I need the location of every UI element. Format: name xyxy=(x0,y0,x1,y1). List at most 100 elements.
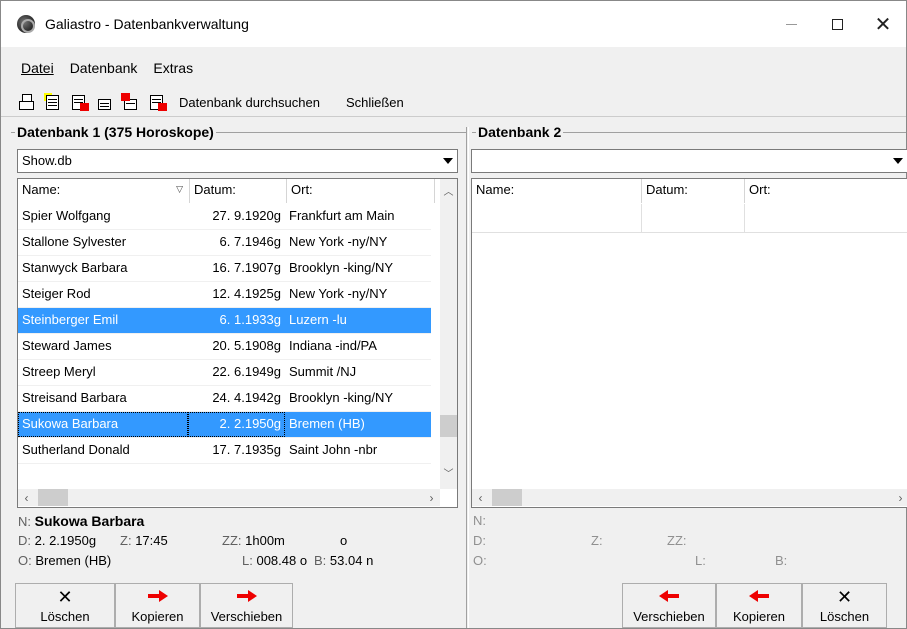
search-database-button[interactable]: Datenbank durchsuchen xyxy=(179,95,320,110)
cell-date: 16. 7.1907g xyxy=(212,260,281,275)
cell-date: 17. 7.1935g xyxy=(212,442,281,457)
database-2-actions: Verschieben Kopieren ✕ Löschen xyxy=(622,583,887,628)
title-bar: Galiastro - Datenbankverwaltung ✕ xyxy=(1,1,906,47)
scroll-up-icon[interactable]: ︿ xyxy=(440,182,457,199)
detail-name-value: Sukowa Barbara xyxy=(34,513,145,529)
print-icon[interactable] xyxy=(17,93,37,113)
column-place-header[interactable]: Ort: xyxy=(745,179,907,203)
cell-place: Luzern -lu xyxy=(285,308,431,333)
database-2-select[interactable] xyxy=(471,149,907,173)
app-icon xyxy=(17,15,35,33)
scroll-down-icon[interactable]: ﹀ xyxy=(440,464,457,481)
detail-n-label: N: xyxy=(473,513,486,528)
cell-date: 20. 5.1908g xyxy=(212,338,281,353)
table-row[interactable]: Stallone Sylvester 6. 7.1946g New York -ny… xyxy=(18,230,431,256)
table-row[interactable]: Steiger Rod 12. 4.1925g New York -ny/NY xyxy=(18,282,431,308)
export-icon[interactable] xyxy=(121,92,141,113)
toolbar: Datenbank durchsuchen Schließen xyxy=(1,89,906,117)
database-1-list[interactable]: Name: ▽ Datum: Ort: Spier Wolfgang 27. 9.… xyxy=(17,178,458,508)
close-window-button[interactable]: ✕ xyxy=(860,1,906,47)
table-row[interactable]: Sutherland Donald 17. 7.1935g Saint John -… xyxy=(18,438,431,464)
open-db-icon[interactable] xyxy=(43,92,63,113)
cell-name: Stanwyck Barbara xyxy=(22,260,128,275)
arrow-left-icon xyxy=(749,590,769,602)
column-name-header[interactable]: Name: ▽ xyxy=(18,179,190,203)
minimize-button[interactable] xyxy=(768,1,814,47)
vscroll-thumb[interactable] xyxy=(440,415,457,437)
delete-button-left-label: Löschen xyxy=(40,609,90,624)
column-date-header[interactable]: Datum: xyxy=(642,179,745,203)
cell-place: Saint John -nbr xyxy=(289,442,378,457)
hscroll-thumb[interactable] xyxy=(38,489,68,506)
table-row[interactable]: Spier Wolfgang 27. 9.1920g Frankfurt am Ma… xyxy=(18,204,431,230)
window-controls: ✕ xyxy=(768,1,906,47)
cell-place: Summit /NJ xyxy=(289,364,357,379)
menu-extras-label: Extras xyxy=(153,60,194,76)
column-date-header[interactable]: Datum: xyxy=(190,179,287,203)
cell-name: Streisand Barbara xyxy=(22,390,127,405)
column-date-label: Datum: xyxy=(646,182,688,197)
delete-button-left[interactable]: ✕ Löschen xyxy=(15,583,115,628)
delete-icon: ✕ xyxy=(57,587,73,607)
chevron-down-icon[interactable] xyxy=(889,150,907,172)
database-2-list[interactable]: Name: Datum: Ort: ‹ › xyxy=(471,178,907,508)
table-row[interactable]: Stanwyck Barbara 16. 7.1907g Brooklyn -kin… xyxy=(18,256,431,282)
detail-latitude-value: 53.04 n xyxy=(329,553,374,568)
cell-name: Streep Meryl xyxy=(22,364,96,379)
window-title: Galiastro - Datenbankverwaltung xyxy=(45,16,249,32)
cell-place: Brooklyn -king/NY xyxy=(289,390,394,405)
cell-name: Sukowa Barbara xyxy=(18,412,188,437)
panel-divider[interactable] xyxy=(466,127,469,628)
table-row[interactable]: Steinberger Emil 6. 1.1933g Luzern -lu xyxy=(18,308,431,334)
detail-n-label: N: xyxy=(18,514,31,529)
table-row[interactable]: Steward James 20. 5.1908g Indiana -ind/PA xyxy=(18,334,431,360)
delete-icon: ✕ xyxy=(836,587,853,607)
scroll-left-icon[interactable]: ‹ xyxy=(472,489,489,506)
cell-place: New York -ny/NY xyxy=(289,286,388,301)
hscroll-thumb[interactable] xyxy=(492,489,522,506)
table-row[interactable]: Streisand Barbara 24. 4.1942g Brooklyn -ki… xyxy=(18,386,431,412)
column-name-label: Name: xyxy=(22,182,61,197)
detail-zz-label: ZZ: xyxy=(667,533,687,548)
move-button-left[interactable]: Verschieben xyxy=(200,583,293,628)
scroll-right-icon[interactable]: › xyxy=(892,489,907,506)
move-button-left-label: Verschieben xyxy=(210,609,283,624)
import-icon[interactable] xyxy=(95,93,115,113)
column-name-header[interactable]: Name: xyxy=(472,179,642,203)
copy-button-right[interactable]: Kopieren xyxy=(716,583,802,628)
scroll-left-icon[interactable]: ‹ xyxy=(18,489,35,506)
close-button[interactable]: Schließen xyxy=(346,95,404,110)
database-1-title: Datenbank 1 (375 Horoskope) xyxy=(15,124,216,140)
detail-d-label: D: xyxy=(18,533,31,548)
cell-date: 2. 2.1950g xyxy=(188,412,285,437)
maximize-button[interactable] xyxy=(814,1,860,47)
cell-name: Stallone Sylvester xyxy=(22,234,127,249)
scroll-right-icon[interactable]: › xyxy=(423,489,440,506)
menu-datei[interactable]: Datei xyxy=(1,60,60,76)
cell-place: Frankfurt am Main xyxy=(289,208,395,223)
database-1-vscrollbar[interactable]: ︿ ﹀ xyxy=(440,179,457,489)
column-place-header[interactable]: Ort: xyxy=(287,179,435,203)
database-1-select[interactable]: Show.db xyxy=(17,149,458,173)
database-1-header: Name: ▽ Datum: Ort: xyxy=(18,179,435,203)
column-name-label: Name: xyxy=(476,182,515,197)
cell-date: 24. 4.1942g xyxy=(212,390,281,405)
empty-row[interactable] xyxy=(472,204,907,233)
copy-button-left[interactable]: Kopieren xyxy=(115,583,200,628)
save-db-icon[interactable] xyxy=(147,93,167,113)
table-row[interactable]: Sukowa Barbara 2. 2.1950g Bremen (HB) xyxy=(18,412,431,438)
delete-button-right[interactable]: ✕ Löschen xyxy=(802,583,887,628)
move-button-right[interactable]: Verschieben xyxy=(622,583,716,628)
menu-extras[interactable]: Extras xyxy=(143,60,199,76)
database-1-details: N: Sukowa Barbara D: 2. 2.1950g Z: 17:45… xyxy=(18,513,458,579)
table-row[interactable]: Streep Meryl 22. 6.1949g Summit /NJ xyxy=(18,360,431,386)
database-1-hscrollbar[interactable]: ‹ › xyxy=(18,489,440,506)
column-place-label: Ort: xyxy=(749,182,771,197)
detail-longitude-value: 008.48 o xyxy=(256,553,308,568)
database-2-hscrollbar[interactable]: ‹ › xyxy=(472,489,907,506)
chevron-down-icon[interactable] xyxy=(439,150,457,172)
copy-db-icon[interactable] xyxy=(69,93,89,113)
menu-datenbank[interactable]: Datenbank xyxy=(60,60,144,76)
cell-date: 22. 6.1949g xyxy=(212,364,281,379)
cell-name: Spier Wolfgang xyxy=(22,208,111,223)
